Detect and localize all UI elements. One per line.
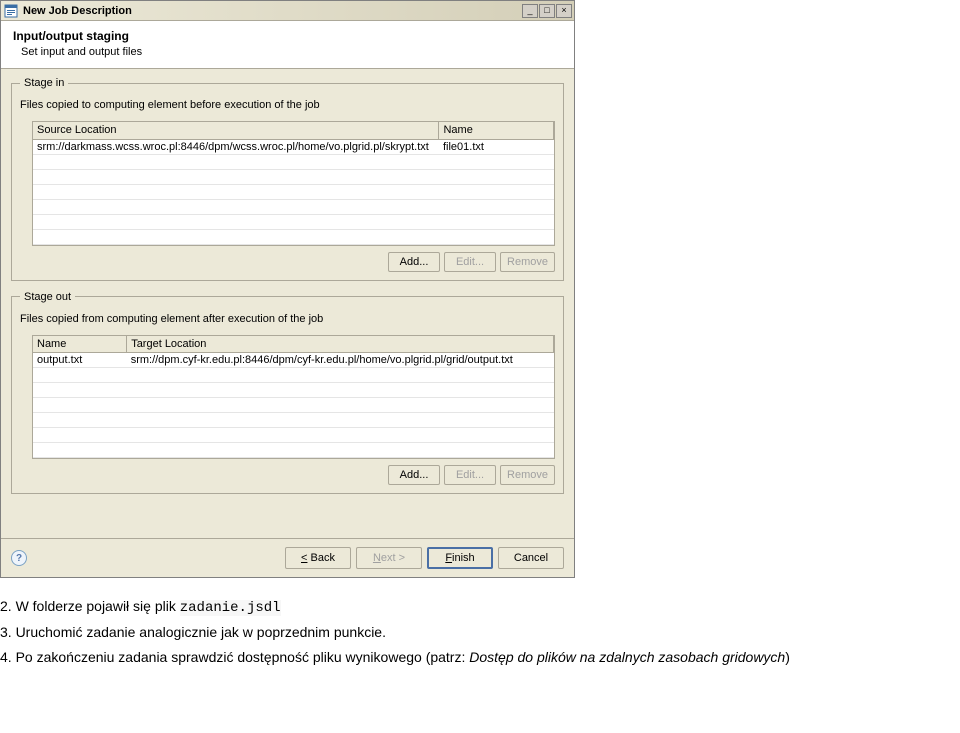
stage-out-buttons: Add... Edit... Remove: [20, 465, 555, 485]
stage-out-legend: Stage out: [20, 291, 75, 303]
wizard-footer: ? < Back Next > Finish Cancel: [1, 538, 574, 577]
instruction-line-2: 2. W folderze pojawił się plik zadanie.j…: [0, 596, 900, 618]
close-button[interactable]: ×: [556, 4, 572, 18]
page-title: Input/output staging: [13, 29, 562, 43]
instruction-line-4: 4. Po zakończeniu zadania sprawdzić dost…: [0, 647, 900, 667]
dialog-window: New Job Description _ □ × Input/output s…: [0, 0, 575, 578]
remove-button[interactable]: Remove: [500, 252, 555, 272]
cell-name: file01.txt: [439, 139, 554, 154]
table-row[interactable]: [33, 428, 554, 443]
cell-target: srm://dpm.cyf-kr.edu.pl:8446/dpm/cyf-kr.…: [127, 353, 554, 368]
minimize-button[interactable]: _: [522, 4, 538, 18]
stage-out-desc: Files copied from computing element afte…: [20, 313, 555, 325]
titlebar[interactable]: New Job Description _ □ ×: [1, 1, 574, 21]
cell-name: output.txt: [33, 353, 127, 368]
stage-in-legend: Stage in: [20, 77, 68, 89]
stage-out-group: Stage out Files copied from computing el…: [11, 291, 564, 495]
table-row[interactable]: [33, 184, 554, 199]
edit-button[interactable]: Edit...: [444, 465, 496, 485]
stage-in-table[interactable]: Source Location Name srm://darkmass.wcss…: [32, 121, 555, 246]
page-subtitle: Set input and output files: [13, 46, 562, 58]
col-name[interactable]: Name: [439, 122, 554, 139]
instructions-text: 2. W folderze pojawił się plik zadanie.j…: [0, 596, 900, 667]
table-row[interactable]: [33, 199, 554, 214]
help-icon[interactable]: ?: [11, 550, 27, 566]
table-row[interactable]: [33, 398, 554, 413]
table-row[interactable]: [33, 214, 554, 229]
stage-in-group: Stage in Files copied to computing eleme…: [11, 77, 564, 281]
back-button[interactable]: < Back: [285, 547, 351, 569]
table-row[interactable]: [33, 229, 554, 244]
instruction-line-3: 3. Uruchomić zadanie analogicznie jak w …: [0, 622, 900, 642]
window-control-buttons: _ □ ×: [521, 4, 572, 18]
table-row[interactable]: [33, 383, 554, 398]
wizard-header: Input/output staging Set input and outpu…: [1, 21, 574, 69]
col-target-location[interactable]: Target Location: [127, 336, 554, 353]
cancel-button[interactable]: Cancel: [498, 547, 564, 569]
table-row[interactable]: [33, 154, 554, 169]
table-row[interactable]: [33, 443, 554, 458]
stage-in-desc: Files copied to computing element before…: [20, 99, 555, 111]
add-button[interactable]: Add...: [388, 252, 440, 272]
add-button[interactable]: Add...: [388, 465, 440, 485]
content-area: Stage in Files copied to computing eleme…: [1, 69, 574, 508]
window-title: New Job Description: [23, 5, 132, 17]
col-name[interactable]: Name: [33, 336, 127, 353]
table-row[interactable]: output.txt srm://dpm.cyf-kr.edu.pl:8446/…: [33, 353, 554, 368]
maximize-button[interactable]: □: [539, 4, 555, 18]
stage-out-table[interactable]: Name Target Location output.txt srm://dp…: [32, 335, 555, 460]
table-row[interactable]: srm://darkmass.wcss.wroc.pl:8446/dpm/wcs…: [33, 139, 554, 154]
finish-button[interactable]: Finish: [427, 547, 493, 569]
stage-in-buttons: Add... Edit... Remove: [20, 252, 555, 272]
cell-source: srm://darkmass.wcss.wroc.pl:8446/dpm/wcs…: [33, 139, 439, 154]
col-source-location[interactable]: Source Location: [33, 122, 439, 139]
remove-button[interactable]: Remove: [500, 465, 555, 485]
table-row[interactable]: [33, 169, 554, 184]
edit-button[interactable]: Edit...: [444, 252, 496, 272]
app-icon: [3, 3, 19, 19]
table-row[interactable]: [33, 368, 554, 383]
next-button[interactable]: Next >: [356, 547, 422, 569]
table-row[interactable]: [33, 413, 554, 428]
